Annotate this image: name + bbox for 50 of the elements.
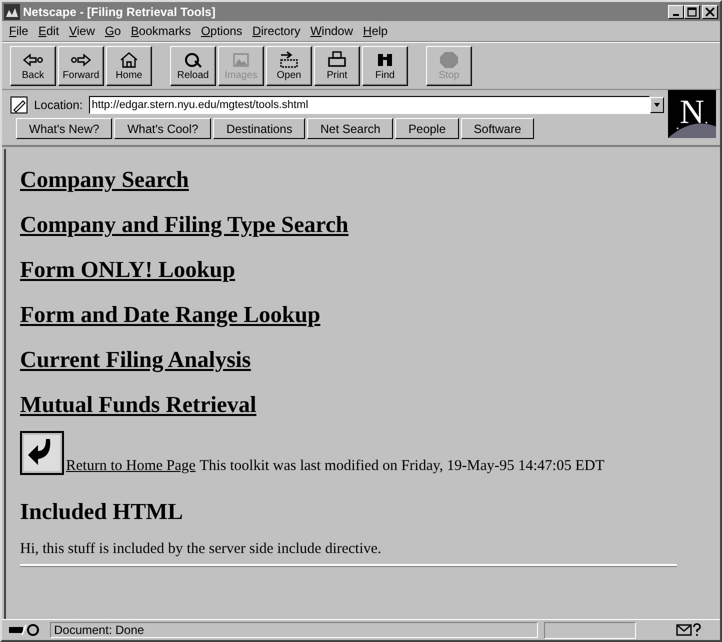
bookmark-icon[interactable] xyxy=(10,96,28,114)
minimize-button[interactable] xyxy=(668,4,684,18)
toolbar-button[interactable]: Forward xyxy=(58,46,104,86)
directory-button[interactable]: What's New? xyxy=(16,118,112,139)
toolbar-button[interactable]: Home xyxy=(106,46,152,86)
toolbar-button[interactable]: Reload xyxy=(170,46,216,86)
minimize-icon xyxy=(673,14,679,16)
window-title: Netscape - [Filing Retrieval Tools] xyxy=(23,4,216,18)
close-icon xyxy=(705,6,715,16)
location-field[interactable]: http://edgar.stern.nyu.edu/mgtest/tools.shtml xyxy=(88,96,650,114)
print-icon xyxy=(325,51,349,69)
link[interactable]: Current Filing Analysis xyxy=(20,347,256,373)
stop-icon xyxy=(437,51,461,69)
maximize-button[interactable] xyxy=(684,4,700,18)
menu-item[interactable]: Edit xyxy=(33,24,64,38)
menu-item[interactable]: File xyxy=(4,24,34,38)
link[interactable]: Form and Date Range Lookup xyxy=(20,302,326,328)
directory-button[interactable]: What's Cool? xyxy=(114,118,212,139)
mail-icon[interactable] xyxy=(676,623,702,637)
toolbar-button[interactable]: Find xyxy=(362,46,408,86)
menu-item[interactable]: Directory xyxy=(247,24,306,38)
back-icon xyxy=(21,51,45,69)
maximize-icon xyxy=(687,6,697,16)
home-link[interactable]: Return to Home Page xyxy=(66,458,196,475)
menu-item[interactable]: Window xyxy=(305,24,358,38)
menu-item[interactable]: Go xyxy=(100,24,126,38)
directory-button[interactable]: Software xyxy=(460,118,534,139)
link[interactable]: Company and Filing Type Search xyxy=(20,212,354,238)
link[interactable]: Company Search xyxy=(20,167,194,193)
close-button[interactable] xyxy=(702,4,718,18)
toolbar-button[interactable]: Print xyxy=(314,46,360,86)
directory-button[interactable]: Net Search xyxy=(307,118,394,139)
app-icon xyxy=(4,4,20,20)
link[interactable]: Mutual Funds Retrieval xyxy=(20,392,262,418)
modified-text: This toolkit was last modified on Friday, 19-May-95 14:47:05 EDT xyxy=(200,458,604,475)
link[interactable]: Form ONLY! Lookup xyxy=(20,257,240,283)
menu-item[interactable]: Options xyxy=(196,24,248,38)
status-text: Document: Done xyxy=(50,622,538,638)
toolbar-button[interactable]: Back xyxy=(10,46,56,86)
toolbar-button[interactable]: Open xyxy=(266,46,312,86)
section-heading: Included HTML xyxy=(20,499,183,525)
directory-button[interactable]: People xyxy=(395,118,459,139)
paragraph: Hi, this stuff is included by the server side include directive. xyxy=(20,541,382,558)
location-label: Location: xyxy=(34,98,83,112)
forward-icon xyxy=(69,51,93,69)
menu-item[interactable]: View xyxy=(64,24,100,38)
directory-button[interactable]: Destinations xyxy=(213,118,306,139)
menu-item[interactable]: Help xyxy=(358,24,393,38)
netscape-logo: N xyxy=(668,90,716,138)
menu-item[interactable]: Bookmarks xyxy=(126,24,196,38)
